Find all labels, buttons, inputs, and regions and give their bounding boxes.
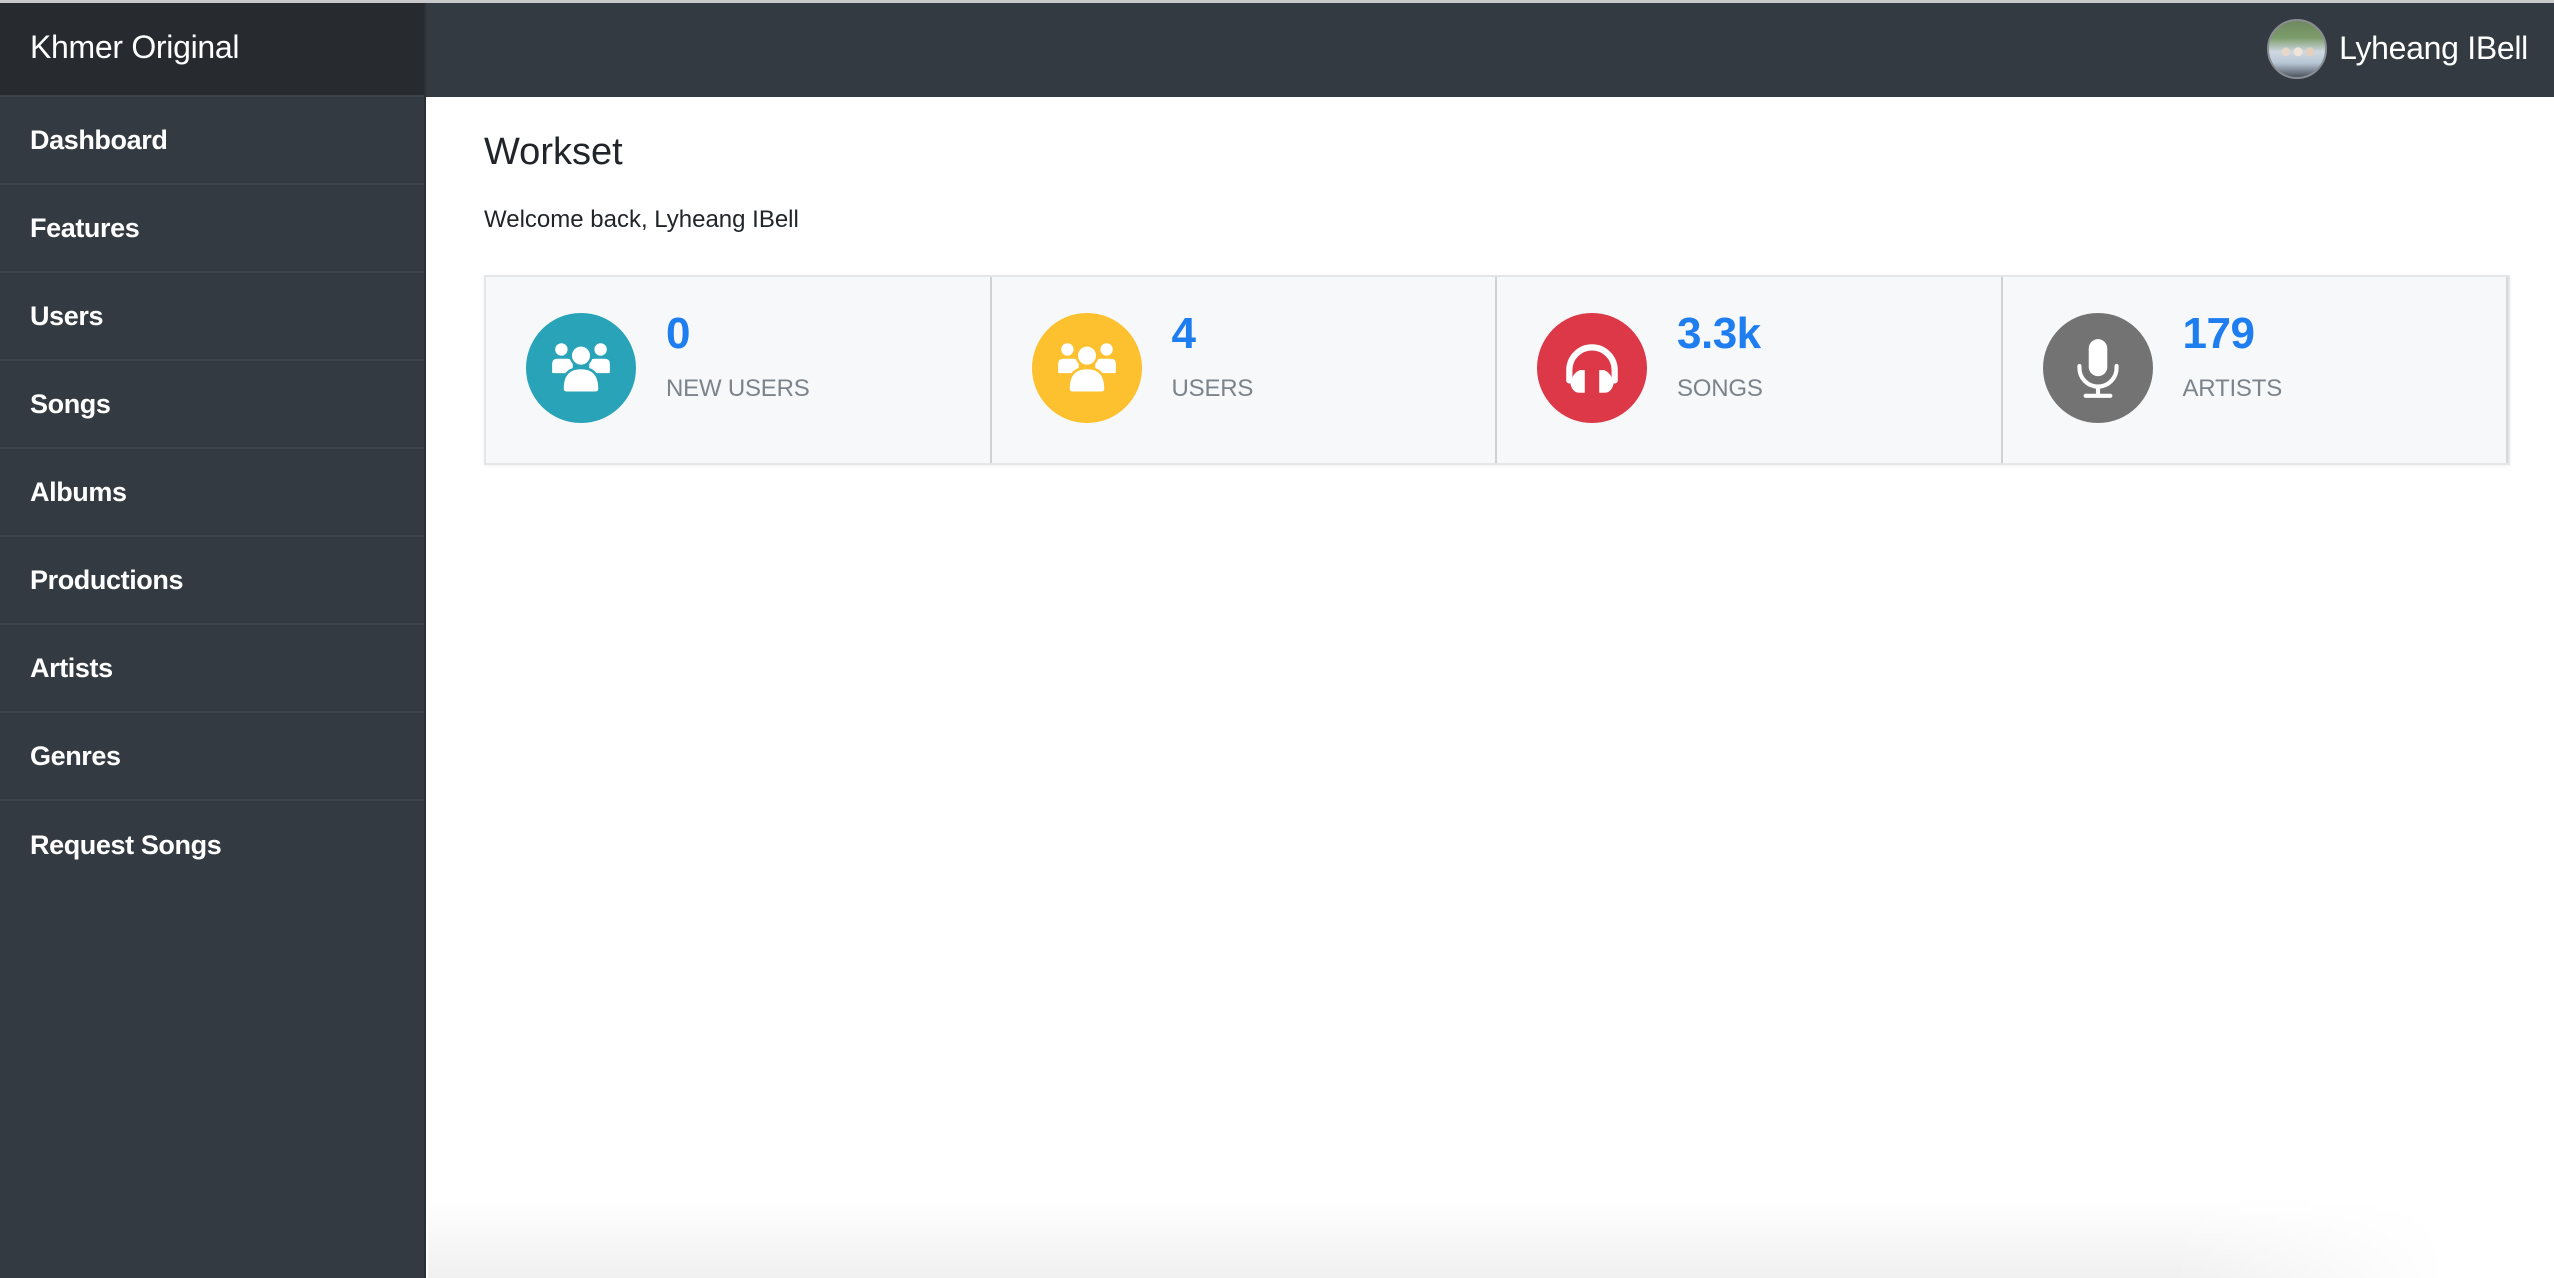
stat-label: ARTISTS — [2182, 375, 2283, 402]
stat-card-new-users: 0 NEW USERS — [486, 277, 992, 463]
sidebar: Khmer Original Dashboard Features Users … — [0, 0, 426, 1278]
sidebar-item-albums[interactable]: Albums — [0, 449, 424, 537]
sidebar-item-request-songs[interactable]: Request Songs — [0, 801, 424, 889]
stat-icon-circle — [1537, 313, 1647, 423]
microphone-icon — [2076, 339, 2119, 398]
stat-value: 4 — [1171, 309, 1196, 358]
stat-card-songs: 3.3k SONGS — [1497, 277, 2003, 463]
users-icon — [1055, 341, 1118, 395]
users-icon — [550, 341, 612, 395]
stat-label: SONGS — [1677, 375, 1763, 402]
stat-label: USERS — [1171, 375, 1254, 402]
sidebar-item-productions[interactable]: Productions — [0, 537, 424, 625]
sidebar-item-features[interactable]: Features — [0, 185, 424, 273]
stat-card-artists: 179 ARTISTS — [2003, 277, 2508, 463]
sidebar-item-users[interactable]: Users — [0, 273, 424, 361]
stat-value: 0 — [666, 309, 690, 358]
sidebar-item-genres[interactable]: Genres — [0, 713, 424, 801]
headphones-icon — [1566, 344, 1618, 393]
sidebar-nav: Dashboard Features Users Songs Albums Pr… — [0, 97, 424, 889]
top-header: Lyheang IBell — [426, 0, 2554, 97]
stats-row: 0 NEW USERS 4 USERS 3.3k SONGS 179 ARTIS… — [484, 275, 2510, 465]
stat-label: NEW USERS — [666, 375, 810, 402]
page-title: Workset — [484, 131, 623, 173]
user-menu[interactable]: Lyheang IBell — [2267, 18, 2528, 79]
brand-title[interactable]: Khmer Original — [0, 0, 424, 97]
stat-icon-circle — [2042, 313, 2153, 423]
stat-value: 3.3k — [1677, 309, 1761, 358]
sidebar-item-dashboard[interactable]: Dashboard — [0, 97, 424, 185]
main-content: Workset Welcome back, Lyheang IBell 0 NE… — [428, 97, 2554, 1278]
sidebar-item-songs[interactable]: Songs — [0, 361, 424, 449]
user-name[interactable]: Lyheang IBell — [2339, 30, 2528, 67]
stat-icon-circle — [1031, 313, 1142, 423]
stat-icon-circle — [526, 313, 636, 423]
stat-card-users: 4 USERS — [992, 277, 1497, 463]
window-top-edge — [0, 0, 2554, 3]
user-avatar[interactable] — [2267, 18, 2328, 79]
stat-value: 179 — [2182, 309, 2255, 358]
sidebar-item-artists[interactable]: Artists — [0, 625, 424, 713]
welcome-message: Welcome back, Lyheang IBell — [484, 206, 799, 233]
